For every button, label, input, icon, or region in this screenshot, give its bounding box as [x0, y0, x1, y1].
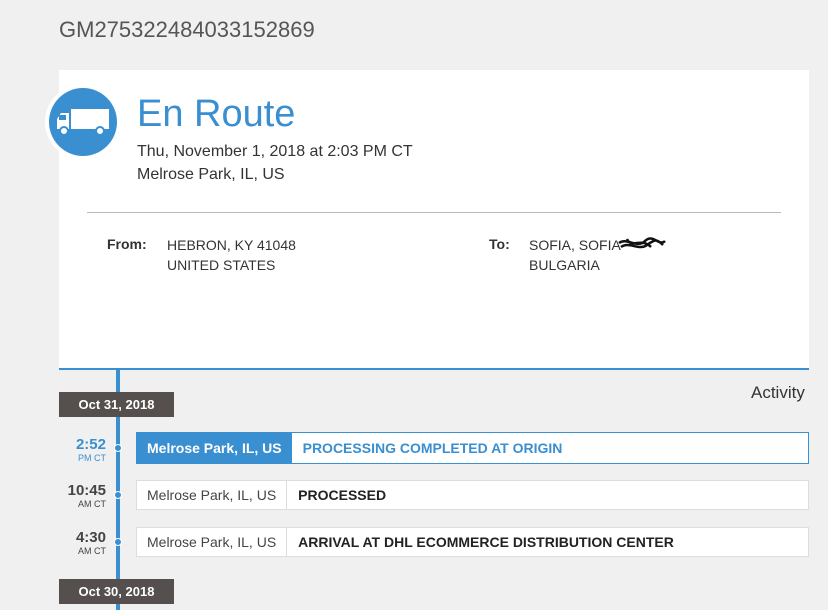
- event-description: PROCESSED: [298, 487, 387, 503]
- status-location: Melrose Park, IL, US: [137, 166, 285, 183]
- from-line1: HEBRON, KY 41048: [167, 237, 296, 253]
- timeline-dot: [114, 538, 122, 546]
- date-badge: Oct 30, 2018: [59, 579, 174, 604]
- from-line2: UNITED STATES: [167, 257, 276, 273]
- status-title: En Route: [137, 93, 296, 135]
- event-location: Melrose Park, IL, US: [137, 481, 288, 509]
- event-time: 10:45 AM CT: [58, 482, 106, 510]
- event-row[interactable]: Melrose Park, IL, US PROCESSING COMPLETE…: [136, 432, 809, 464]
- timeline-dot: [114, 444, 122, 452]
- event-time-period: PM CT: [78, 453, 106, 463]
- to-line2: BULGARIA: [529, 257, 600, 273]
- tracking-number: GM275322484033152869: [59, 17, 315, 42]
- from-label: From:: [107, 236, 147, 252]
- date-badge: Oct 31, 2018: [59, 392, 174, 417]
- activity-title: Activity: [751, 383, 805, 402]
- event-description: PROCESSING COMPLETED AT ORIGIN: [302, 440, 563, 456]
- event-time-value: 4:30: [75, 529, 106, 546]
- divider: [87, 212, 781, 213]
- status-icon-circle: [45, 84, 121, 160]
- event-row[interactable]: Melrose Park, IL, US ARRIVAL AT DHL ECOM…: [136, 527, 809, 557]
- to-line1: SOFIA, SOFIA: [529, 237, 621, 253]
- event-description: ARRIVAL AT DHL ECOMMERCE DISTRIBUTION CE…: [298, 534, 674, 550]
- to-label: To:: [489, 236, 510, 252]
- event-time: 2:52 PM CT: [58, 436, 106, 464]
- event-time: 4:30 AM CT: [58, 529, 106, 557]
- timeline-dot: [114, 491, 122, 499]
- event-row[interactable]: Melrose Park, IL, US PROCESSED: [136, 480, 809, 510]
- truck-icon: [57, 109, 109, 136]
- redaction-scribble: [618, 237, 666, 249]
- event-time-period: AM CT: [78, 499, 106, 509]
- status-datetime: Thu, November 1, 2018 at 2:03 PM CT: [137, 143, 413, 160]
- event-location: Melrose Park, IL, US: [137, 528, 288, 556]
- event-time-value: 2:52: [75, 436, 106, 453]
- event-time-period: AM CT: [78, 546, 106, 556]
- event-time-value: 10:45: [67, 482, 106, 499]
- event-location: Melrose Park, IL, US: [137, 433, 292, 463]
